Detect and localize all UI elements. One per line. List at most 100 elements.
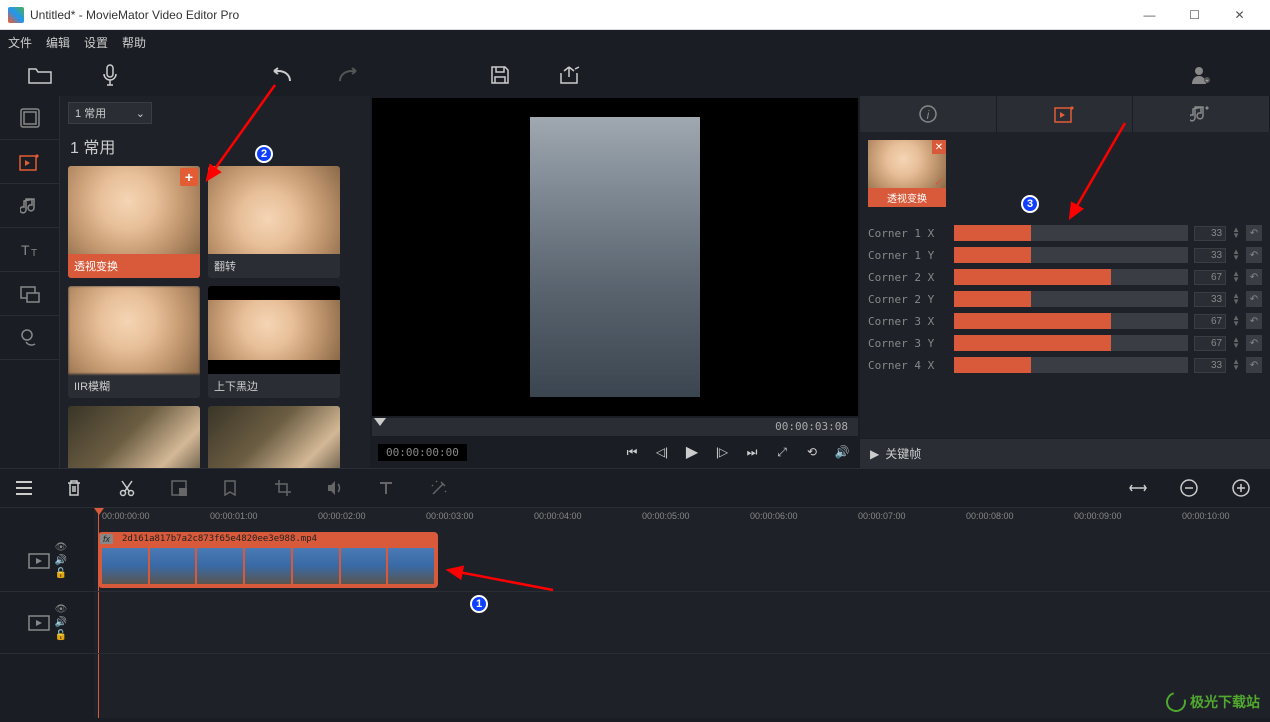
playhead-icon[interactable]: [374, 418, 386, 426]
close-button[interactable]: ✕: [1217, 1, 1262, 29]
mute-button[interactable]: [326, 480, 350, 496]
rail-filters-button[interactable]: [0, 316, 59, 360]
visibility-toggle-icon[interactable]: 👁: [55, 604, 68, 615]
skip-end-button[interactable]: ⏭: [742, 445, 762, 460]
tab-audio-effects[interactable]: [1133, 96, 1270, 132]
timeline-body[interactable]: 00:00:00:0000:00:01:0000:00:02:0000:00:0…: [94, 508, 1270, 718]
menu-help[interactable]: 帮助: [122, 34, 146, 51]
slider-value[interactable]: 67: [1194, 314, 1226, 329]
remove-filter-button[interactable]: ✕: [932, 140, 946, 154]
effect-card-letterbox[interactable]: 上下黑边: [208, 286, 340, 398]
text-tool-button[interactable]: [378, 480, 402, 496]
slider-stepper[interactable]: ▲▼: [1232, 271, 1240, 283]
rail-effects-button[interactable]: [0, 140, 59, 184]
video-track-icon: [27, 614, 51, 632]
visibility-toggle-icon[interactable]: 👁: [55, 542, 68, 553]
open-button[interactable]: [20, 60, 60, 90]
cut-button[interactable]: [118, 479, 142, 497]
slider-track[interactable]: [954, 357, 1188, 373]
track-lane-1[interactable]: fx 2d161a817b7a2c873f65e4820ee3e988.mp4: [94, 530, 1270, 592]
svg-text:T: T: [21, 242, 30, 258]
applied-filter-chip[interactable]: ✕ ✓ 透视变换: [868, 140, 946, 207]
video-track-header-2[interactable]: 👁 🔊 🔓: [0, 592, 94, 654]
slider-stepper[interactable]: ▲▼: [1232, 337, 1240, 349]
slider-reset-button[interactable]: ↶: [1246, 269, 1262, 285]
slider-reset-button[interactable]: ↶: [1246, 247, 1262, 263]
annotation-arrow-2: [195, 80, 285, 190]
rail-audio-button[interactable]: [0, 184, 59, 228]
slider-stepper[interactable]: ▲▼: [1232, 227, 1240, 239]
rail-text-button[interactable]: TT: [0, 228, 59, 272]
preview-canvas[interactable]: [372, 98, 858, 416]
slider-value[interactable]: 67: [1194, 270, 1226, 285]
fit-timeline-button[interactable]: [1128, 482, 1152, 494]
zoom-out-button[interactable]: [1180, 479, 1204, 497]
time-display[interactable]: 00:00:00:00: [378, 444, 467, 461]
audio-toggle-icon[interactable]: 🔊: [55, 555, 68, 566]
record-audio-button[interactable]: [90, 60, 130, 90]
slider-reset-button[interactable]: ↶: [1246, 313, 1262, 329]
slider-stepper[interactable]: ▲▼: [1232, 315, 1240, 327]
audio-toggle-icon[interactable]: 🔊: [55, 617, 68, 628]
user-account-button[interactable]: +: [1180, 60, 1220, 90]
play-button[interactable]: ▶: [682, 442, 702, 462]
marker-button[interactable]: [222, 479, 246, 497]
slider-track[interactable]: [954, 247, 1188, 263]
slider-track[interactable]: [954, 269, 1188, 285]
preview-scrubber[interactable]: 00:00:03:08: [372, 418, 858, 436]
loop-button[interactable]: ⟲: [802, 445, 822, 459]
menu-edit[interactable]: 编辑: [46, 34, 70, 51]
slider-reset-button[interactable]: ↶: [1246, 225, 1262, 241]
slider-value[interactable]: 33: [1194, 358, 1226, 373]
timeline-menu-button[interactable]: [14, 480, 38, 496]
effect-label: 翻转: [208, 254, 340, 278]
slider-stepper[interactable]: ▲▼: [1232, 293, 1240, 305]
slider-track[interactable]: [954, 335, 1188, 351]
slider-stepper[interactable]: ▲▼: [1232, 249, 1240, 261]
redo-button[interactable]: [330, 60, 370, 90]
volume-button[interactable]: 🔊: [832, 445, 852, 459]
frame-back-button[interactable]: ◁|: [652, 445, 672, 459]
video-clip[interactable]: fx 2d161a817b7a2c873f65e4820ee3e988.mp4: [98, 532, 438, 588]
effects-category-dropdown[interactable]: 1 常用⌄: [68, 102, 152, 124]
track-lane-2[interactable]: [94, 592, 1270, 654]
lock-toggle-icon[interactable]: 🔓: [55, 630, 68, 641]
slider-value[interactable]: 67: [1194, 336, 1226, 351]
skip-start-button[interactable]: ⏮: [622, 445, 642, 460]
crop-button[interactable]: [274, 479, 298, 497]
zoom-in-button[interactable]: [1232, 479, 1256, 497]
timeline-ruler[interactable]: 00:00:00:0000:00:01:0000:00:02:0000:00:0…: [94, 508, 1270, 530]
menu-file[interactable]: 文件: [8, 34, 32, 51]
slider-reset-button[interactable]: ↶: [1246, 291, 1262, 307]
delete-button[interactable]: [66, 479, 90, 497]
effect-card-iir-blur[interactable]: IIR模糊: [68, 286, 200, 398]
slider-track[interactable]: [954, 313, 1188, 329]
snap-button[interactable]: [170, 479, 194, 497]
tab-info[interactable]: i: [860, 96, 997, 132]
slider-value[interactable]: 33: [1194, 226, 1226, 241]
minimize-button[interactable]: —: [1127, 1, 1172, 29]
effect-card[interactable]: [68, 406, 200, 468]
magic-button[interactable]: [430, 479, 454, 497]
lock-toggle-icon[interactable]: 🔓: [55, 568, 68, 579]
slider-track[interactable]: [954, 291, 1188, 307]
slider-reset-button[interactable]: ↶: [1246, 357, 1262, 373]
video-track-header[interactable]: 👁 🔊 🔓: [0, 530, 94, 592]
effect-card[interactable]: [208, 406, 340, 468]
rail-pip-button[interactable]: [0, 272, 59, 316]
slider-reset-button[interactable]: ↶: [1246, 335, 1262, 351]
slider-value[interactable]: 33: [1194, 292, 1226, 307]
menu-settings[interactable]: 设置: [84, 34, 108, 51]
frame-forward-button[interactable]: |▷: [712, 445, 732, 459]
clip-thumbnails: [102, 548, 434, 584]
ruler-tick: 00:00:03:00: [426, 511, 474, 521]
maximize-button[interactable]: ☐: [1172, 1, 1217, 29]
rail-media-button[interactable]: [0, 96, 59, 140]
effect-card-perspective[interactable]: + 透视变换: [68, 166, 200, 278]
keyframe-bar[interactable]: ▶ 关键帧: [860, 438, 1270, 468]
slider-value[interactable]: 33: [1194, 248, 1226, 263]
export-button[interactable]: [550, 60, 590, 90]
save-button[interactable]: [480, 60, 520, 90]
slider-stepper[interactable]: ▲▼: [1232, 359, 1240, 371]
fit-button[interactable]: ⤢: [772, 445, 792, 460]
